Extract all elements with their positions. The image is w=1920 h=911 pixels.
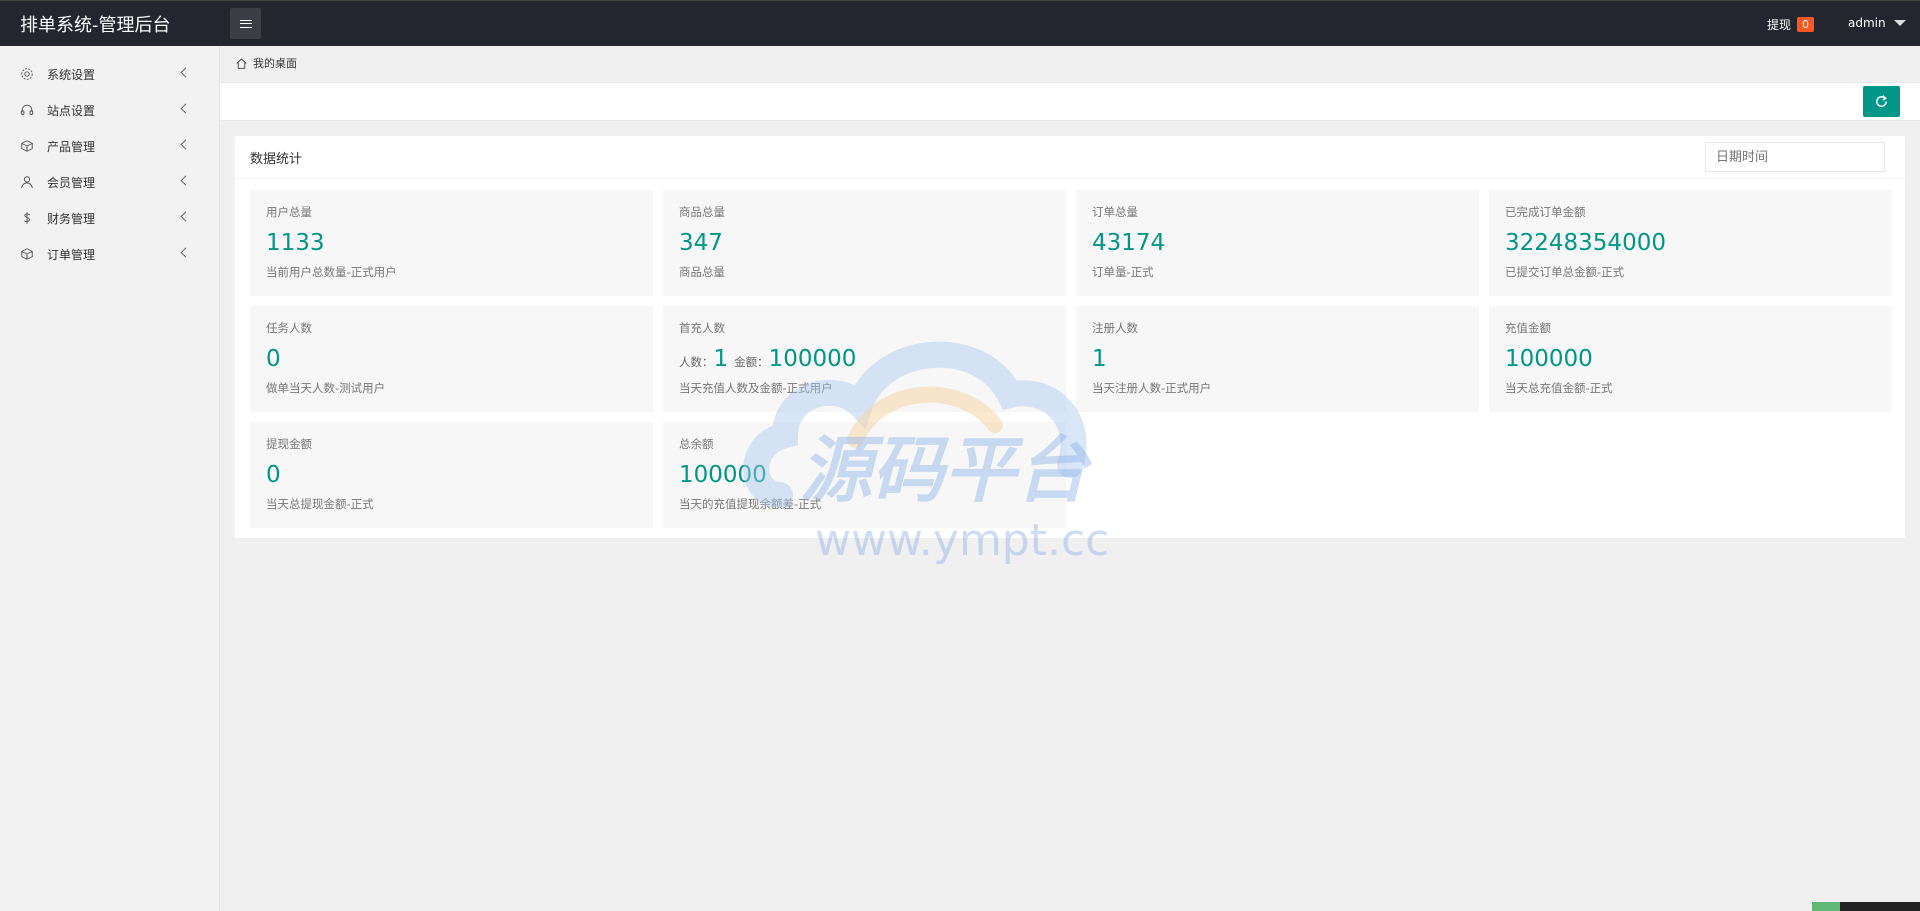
chevron-left-icon [180, 247, 191, 258]
stat-title: 注册人数 [1092, 321, 1138, 335]
stat-task-users: 任务人数 0 做单当天人数-测试用户 [250, 306, 653, 412]
amount-label: 金额： [734, 355, 769, 369]
stat-title: 已完成订单金额 [1505, 205, 1586, 219]
sidebar-item-label: 产品管理 [47, 139, 96, 154]
stat-desc: 订单量-正式 [1092, 265, 1154, 279]
stat-value: 100000 [1505, 346, 1593, 372]
sidebar-item-label: 站点设置 [47, 103, 96, 118]
stat-recharge-amount: 充值金额 100000 当天总充值金额-正式 [1489, 306, 1892, 412]
stats-grid: 用户总量 1133 当前用户总数量-正式用户 商品总量 347 商品总量 订单总… [250, 190, 1892, 528]
home-icon [236, 57, 247, 69]
user-icon [21, 176, 33, 189]
chevron-left-icon [180, 103, 191, 114]
withdraw-notice[interactable]: 提现 0 [1767, 16, 1815, 33]
corner-widget[interactable] [1812, 902, 1920, 911]
stat-value: 32248354000 [1505, 230, 1666, 256]
stat-mixed-values: 人数： 1 金额： 100000 [679, 348, 1050, 371]
box-icon [21, 248, 33, 260]
breadcrumb[interactable]: 我的桌面 [235, 55, 297, 71]
card-header: 数据统计 [235, 136, 1905, 179]
chevron-left-icon [180, 67, 191, 78]
people-value: 1 [713, 346, 729, 372]
sidebar-item-member-management[interactable]: 会员管理 [0, 164, 219, 200]
stat-title: 总余额 [679, 437, 714, 451]
stat-value: 347 [679, 230, 723, 256]
refresh-icon [1876, 95, 1887, 107]
sidebar-item-label: 财务管理 [47, 211, 96, 226]
withdraw-label: 提现 [1767, 18, 1792, 32]
sidebar-item-label: 系统设置 [47, 67, 96, 82]
stat-desc: 当天的充值提现余额差-正式 [679, 497, 822, 511]
stat-desc: 当前用户总数量-正式用户 [266, 265, 397, 279]
hamburger-icon [239, 19, 252, 28]
stat-completed-order-amount: 已完成订单金额 32248354000 已提交订单总金额-正式 [1489, 190, 1892, 296]
stat-withdraw-amount: 提现金额 0 当天总提现金额-正式 [250, 422, 653, 528]
sidebar-item-order-management[interactable]: 订单管理 [0, 236, 219, 272]
stat-title: 商品总量 [679, 205, 725, 219]
sidebar-item-label: 订单管理 [47, 247, 96, 262]
people-label: 人数： [679, 355, 714, 369]
stat-title: 提现金额 [266, 437, 312, 451]
card-title: 数据统计 [250, 151, 303, 167]
withdraw-badge: 0 [1797, 17, 1815, 32]
stat-value: 0 [266, 462, 281, 488]
stats-card: 数据统计 用户总量 1133 当前用户总数量-正式用户 商品总量 347 商品总… [235, 136, 1905, 538]
stat-total-users: 用户总量 1133 当前用户总数量-正式用户 [250, 190, 653, 296]
user-menu[interactable]: admin [1848, 16, 1906, 30]
top-header: 排单系统-管理后台 提现 0 admin [0, 0, 1920, 46]
sidebar-item-product-management[interactable]: 产品管理 [0, 128, 219, 164]
stat-total-balance: 总余额 100000 当天的充值提现余额差-正式 [663, 422, 1066, 528]
sidebar-item-site-settings[interactable]: 站点设置 [0, 92, 219, 128]
dollar-icon [23, 212, 31, 224]
breadcrumb-label: 我的桌面 [253, 57, 297, 70]
stat-value: 0 [266, 346, 281, 372]
user-name: admin [1848, 16, 1886, 30]
date-time-input[interactable] [1705, 142, 1885, 172]
chevron-left-icon [180, 175, 191, 186]
stat-title: 任务人数 [266, 321, 312, 335]
gear-icon [21, 68, 33, 80]
amount-value: 100000 [768, 346, 857, 372]
chevron-left-icon [180, 211, 191, 222]
stat-desc: 已提交订单总金额-正式 [1505, 265, 1625, 279]
corner-accent [1812, 902, 1840, 911]
stat-first-recharge: 首充人数 人数： 1 金额： 100000 当天充值人数及金额-正式用户 [663, 306, 1066, 412]
stat-title: 订单总量 [1092, 205, 1138, 219]
stat-registered-users: 注册人数 1 当天注册人数-正式用户 [1076, 306, 1479, 412]
stat-total-orders: 订单总量 43174 订单量-正式 [1076, 190, 1479, 296]
sidebar-item-finance-management[interactable]: 财务管理 [0, 200, 219, 236]
stat-value: 1133 [266, 230, 325, 256]
refresh-button[interactable] [1863, 86, 1900, 117]
stat-title: 用户总量 [266, 205, 312, 219]
caret-down-icon [1893, 20, 1906, 26]
headset-icon [20, 104, 34, 115]
toolbar [220, 82, 1920, 121]
box-icon [21, 140, 33, 152]
stat-desc: 当天充值人数及金额-正式用户 [679, 381, 833, 395]
sidebar-item-system-settings[interactable]: 系统设置 [0, 56, 219, 92]
stat-desc: 当天总提现金额-正式 [266, 497, 374, 511]
sidebar-item-label: 会员管理 [47, 175, 96, 190]
stat-title: 充值金额 [1505, 321, 1551, 335]
stat-desc: 当天注册人数-正式用户 [1092, 381, 1212, 395]
menu-toggle-button[interactable] [230, 8, 261, 39]
chevron-left-icon [180, 139, 191, 150]
stat-title: 首充人数 [679, 321, 725, 335]
stat-desc: 商品总量 [679, 265, 725, 279]
stat-value: 1 [1092, 346, 1107, 372]
stat-desc: 当天总充值金额-正式 [1505, 381, 1613, 395]
sidebar: 系统设置 站点设置 产品管理 会员管理 财务管理 订单管理 [0, 46, 220, 911]
app-title: 排单系统-管理后台 [20, 14, 171, 36]
stat-value: 43174 [1092, 230, 1166, 256]
stat-value: 100000 [679, 462, 767, 488]
stat-total-products: 商品总量 347 商品总量 [663, 190, 1066, 296]
stat-desc: 做单当天人数-测试用户 [266, 381, 386, 395]
